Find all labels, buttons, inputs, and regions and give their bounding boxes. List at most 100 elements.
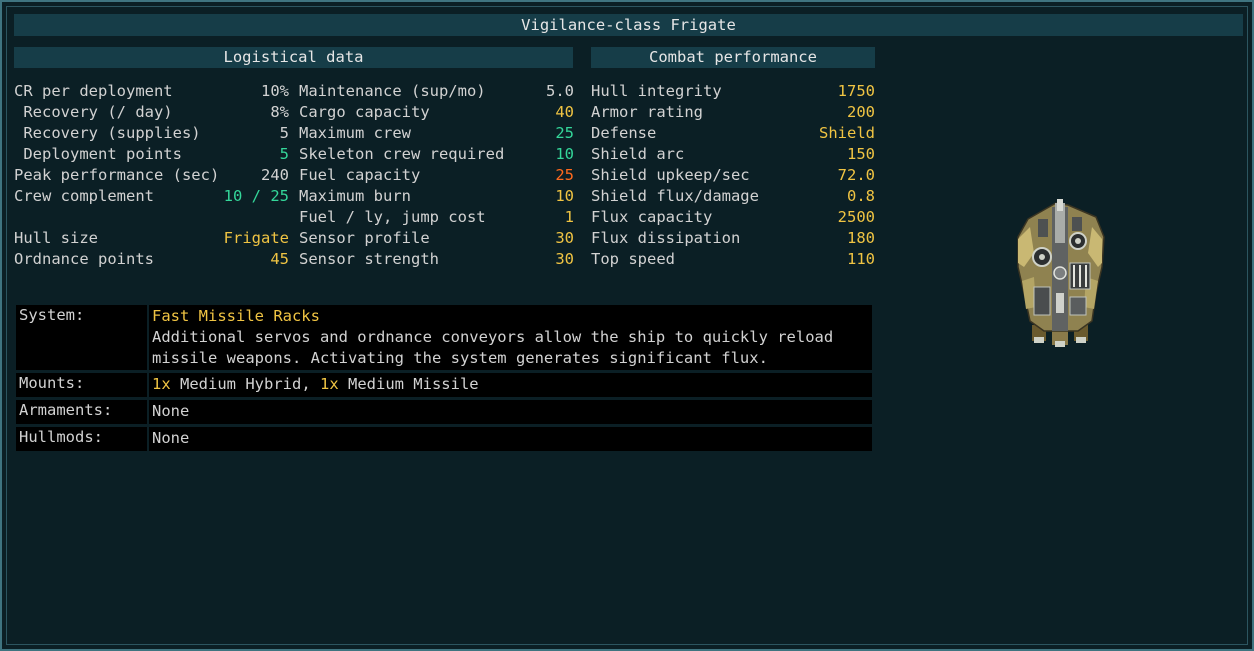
stat-label: Skeleton crew required [299,145,505,163]
stat-value: 180 [847,229,875,247]
system-name: Fast Missile Racks [152,307,320,325]
stat-value: 200 [847,103,875,121]
logistics-stats-column: CR per deployment 10% Recovery (/ day) 8% … [14,81,289,270]
stat-label: Shield arc [591,145,685,163]
stat-row: Flux capacity 2500 [591,207,875,228]
stat-label: Shield upkeep/sec [591,166,750,184]
stat-value: 5.0 [546,82,574,100]
stat-row: Recovery (/ day) 8% [14,102,289,123]
stat-value: 2500 [837,208,875,226]
ship-details-table: System: Fast Missile Racks Additional se… [16,305,872,454]
combat-stats-column: Hull integrity 1750 Armor rating 200 Defense… [591,81,875,270]
stat-value: 25 [555,124,574,142]
stat-label: Maintenance (sup/mo) [299,82,486,100]
stat-value: 40 [555,103,574,121]
system-body: Fast Missile Racks Additional servos and… [149,305,872,370]
system-description-line-2: missile weapons. Activating the system g… [152,349,768,367]
stat-label: Hull integrity [591,82,722,100]
stat-label: Peak performance (sec) [14,166,220,184]
mounts-row: Mounts: 1x Medium Hybrid, 1x Medium Miss… [16,373,872,397]
stat-row: Shield upkeep/sec 72.0 [591,165,875,186]
mount-1-name: Medium Hybrid, [170,375,320,393]
stat-row: Fuel / ly, jump cost 1 [299,207,574,228]
stat-row: CR per deployment 10% [14,81,289,102]
stat-label: Deployment points [14,145,182,163]
stat-row: Hull size Frigate [14,228,289,249]
stat-label: Sensor strength [299,250,439,268]
stat-row: Recovery (supplies) 5 [14,123,289,144]
stat-value: 10% [261,82,289,100]
mount-1-count: 1x [152,375,171,393]
capacity-stats-column: Maintenance (sup/mo) 5.0 Cargo capacity 40 M… [299,81,574,270]
stat-row: Flux dissipation 180 [591,228,875,249]
stat-label: Maximum burn [299,187,411,205]
stat-label: Armor rating [591,103,703,121]
mounts-label: Mounts: [16,373,147,397]
stat-row: Crew complement 10 / 25 [14,186,289,207]
stat-row: Maximum burn 10 [299,186,574,207]
stat-label: CR per deployment [14,82,173,100]
ship-sprite-icon [1017,199,1105,347]
stat-row: Sensor profile 30 [299,228,574,249]
stat-value: 110 [847,250,875,268]
hullmods-value: None [149,427,872,451]
stat-label: Hull size [14,229,98,247]
stat-row: Cargo capacity 40 [299,102,574,123]
stat-row: Hull integrity 1750 [591,81,875,102]
stat-label: Crew complement [14,187,154,205]
stat-value: 30 [555,250,574,268]
combat-performance-header: Combat performance [591,47,875,68]
ship-info-panel: Vigilance-class Frigate Logistical data … [0,0,1254,651]
stat-label: Recovery (supplies) [14,124,201,142]
stat-row: Skeleton crew required 10 [299,144,574,165]
stat-row: Deployment points 5 [14,144,289,165]
stat-label: Flux capacity [591,208,713,226]
logistical-data-header: Logistical data [14,47,573,68]
stat-value: Shield [819,124,875,142]
stat-label: Fuel capacity [299,166,421,184]
stat-label: Defense [591,124,657,142]
stat-label: Shield flux/damage [591,187,759,205]
stat-value: 10 [555,145,574,163]
stat-row: Ordnance points 45 [14,249,289,270]
stat-row: Shield arc 150 [591,144,875,165]
stat-value: Frigate [223,229,289,247]
stat-row [14,207,289,228]
stat-row: Shield flux/damage 0.8 [591,186,875,207]
stat-value: 150 [847,145,875,163]
system-description-line-1: Additional servos and ordnance conveyors… [152,328,834,346]
stat-row: Peak performance (sec) 240 [14,165,289,186]
stat-value: 1750 [837,82,875,100]
stat-label: Cargo capacity [299,103,430,121]
stat-value: 25 [555,166,574,184]
stat-row: Fuel capacity 25 [299,165,574,186]
stat-value: 5 [279,124,289,142]
armaments-label: Armaments: [16,400,147,424]
stat-row: Defense Shield [591,123,875,144]
stat-row: Sensor strength 30 [299,249,574,270]
mount-2-name: Medium Missile [338,375,479,393]
stat-row: Maximum crew 25 [299,123,574,144]
stat-value: 45 [270,250,289,268]
hullmods-row: Hullmods: None [16,427,872,451]
system-label: System: [16,305,147,370]
stat-label: Flux dissipation [591,229,741,247]
stat-value: 10 / 25 [223,187,289,205]
ship-title: Vigilance-class Frigate [14,14,1243,36]
stat-label: Ordnance points [14,250,154,268]
stat-row: Armor rating 200 [591,102,875,123]
hullmods-label: Hullmods: [16,427,147,451]
stat-row: Top speed 110 [591,249,875,270]
stat-label: Fuel / ly, jump cost [299,208,486,226]
armaments-value: None [149,400,872,424]
stat-label: Maximum crew [299,124,411,142]
stat-value: 8% [270,103,289,121]
stat-value: 1 [564,208,574,226]
mount-2-count: 1x [319,375,339,393]
armaments-row: Armaments: None [16,400,872,424]
stat-label: Top speed [591,250,675,268]
stat-value: 30 [555,229,574,247]
stat-label: Recovery (/ day) [14,103,173,121]
system-row: System: Fast Missile Racks Additional se… [16,305,872,370]
ship-sprite [1012,197,1108,349]
